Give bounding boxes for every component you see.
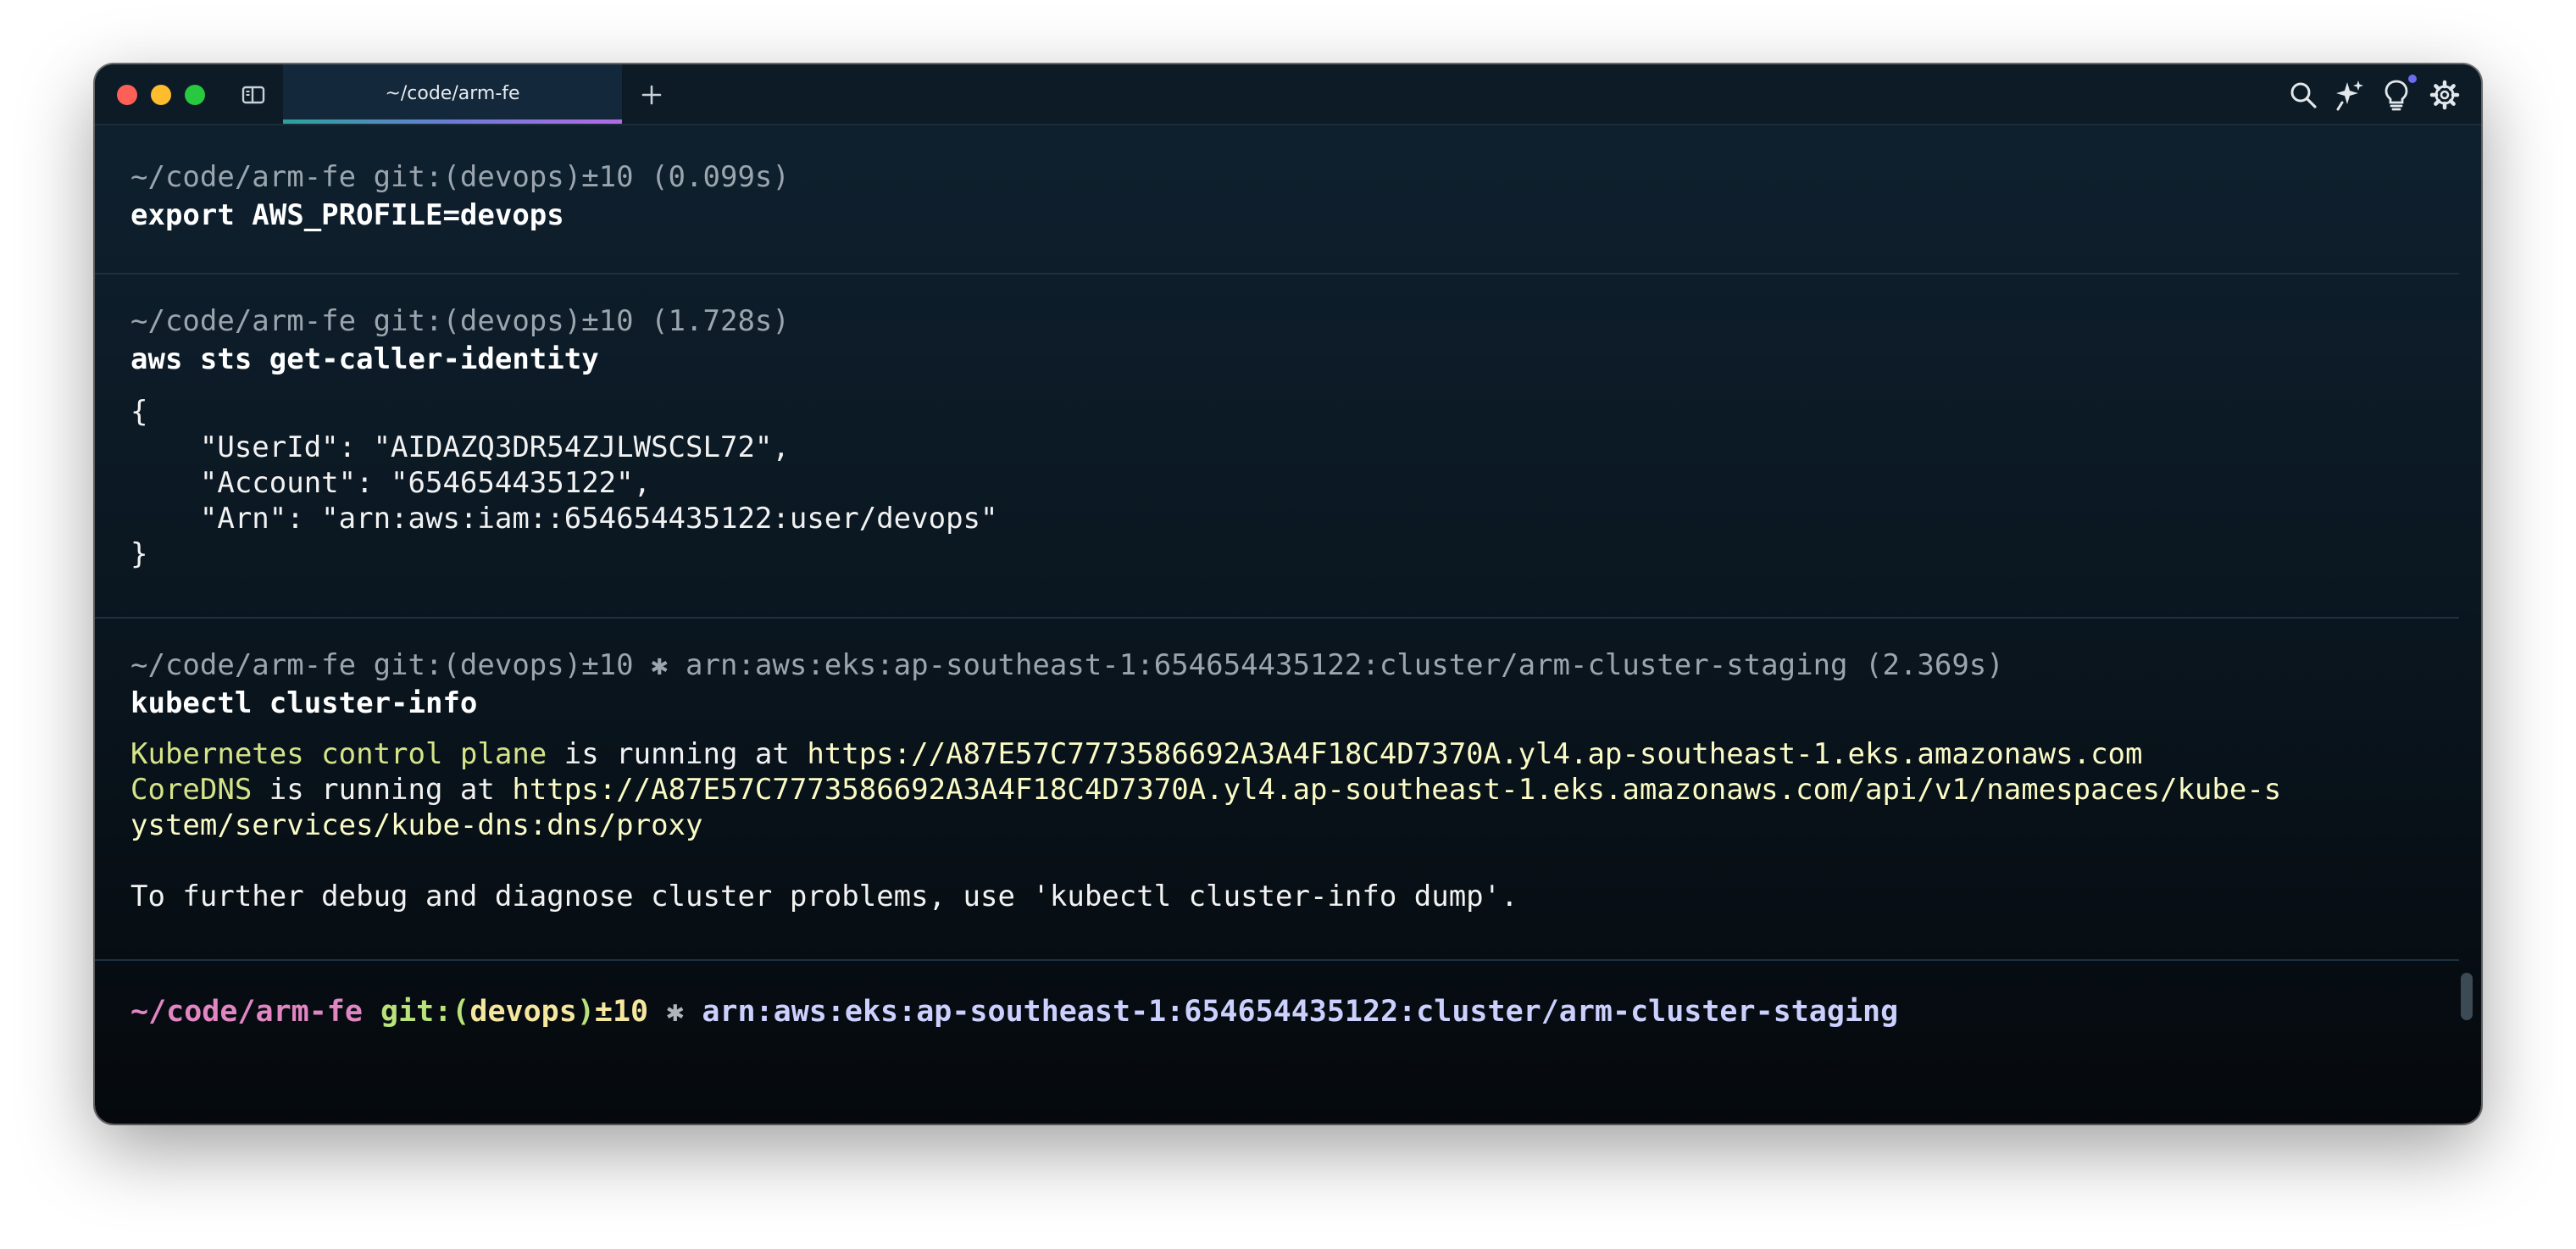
service-label: Kubernetes control plane (130, 737, 547, 771)
active-prompt[interactable]: ~/code/arm-fe git:(devops)±10 ✱ arn:aws:… (130, 993, 2446, 1030)
gear-icon[interactable] (2429, 79, 2461, 111)
output-line: "Account": "654654435122", (130, 466, 652, 500)
prompt-line[interactable]: ~/code/arm-fe git:(devops)±10 ✱ arn:aws:… (130, 993, 2446, 1030)
command-output: Kubernetes control plane is running at h… (130, 736, 2446, 914)
notification-dot (2408, 75, 2417, 83)
output-text: is running at (252, 773, 513, 807)
block-command: aws sts get-caller-identity (130, 342, 599, 376)
service-url[interactable]: https://A87E57C7773586692A3A4F18C4D7370A… (807, 737, 2142, 771)
output-line: "Arn": "arn:aws:iam::654654435122:user/d… (130, 502, 998, 536)
tab-arm-fe[interactable]: ~/code/arm-fe (283, 64, 622, 124)
command-block[interactable]: ~/code/arm-fe git:(devops)±10 ✱ arn:aws:… (130, 647, 2446, 914)
block-divider (95, 959, 2459, 961)
block-header: ~/code/arm-fe git:(devops)±10 (0.099s) (130, 160, 790, 194)
lightbulb-icon[interactable] (2381, 79, 2412, 111)
service-url[interactable]: https://A87E57C7773586692A3A4F18C4D7370A… (512, 773, 2281, 807)
command-block[interactable]: ~/code/arm-fe git:(devops)±10 (1.728s) a… (130, 303, 2446, 572)
command-output: { "UserId": "AIDAZQ3DR54ZJLWSCSL72", "Ac… (130, 394, 2446, 572)
prompt-kube-context: arn:aws:eks:ap-southeast-1:654654435122:… (702, 995, 1899, 1029)
output-line: CoreDNS is running at https://A87E57C777… (130, 772, 2446, 808)
search-icon[interactable] (2288, 80, 2318, 110)
kube-context-icon: ✱ (666, 995, 685, 1029)
prompt-git-label: git:( (380, 995, 470, 1029)
block-header: ~/code/arm-fe git:(devops)±10 (1.728s) (130, 304, 790, 338)
output-text: is running at (547, 737, 808, 771)
close-window-button[interactable] (117, 85, 137, 105)
prompt-path: ~/code/arm-fe (130, 995, 363, 1029)
terminal-content[interactable]: ~/code/arm-fe git:(devops)±10 (0.099s) e… (95, 125, 2481, 1124)
prompt-branch: devops (469, 995, 577, 1029)
zoom-window-button[interactable] (185, 85, 205, 105)
service-url-continued[interactable]: ystem/services/kube-dns:dns/proxy (130, 808, 703, 842)
block-command: kubectl cluster-info (130, 686, 478, 720)
tab-title: ~/code/arm-fe (385, 83, 520, 104)
command-block[interactable]: ~/code/arm-fe git:(devops)±10 (0.099s) e… (130, 159, 2446, 233)
prompt-git-close: ) (576, 995, 595, 1029)
sidebar-toggle-icon[interactable] (241, 82, 266, 108)
terminal-window: ~/code/arm-fe ~/code/arm-fe git:(devops)… (95, 64, 2481, 1124)
plus-icon[interactable] (637, 80, 666, 109)
tab-active-indicator (283, 119, 622, 124)
minimize-window-button[interactable] (151, 85, 171, 105)
output-line: ystem/services/kube-dns:dns/proxy (130, 808, 2446, 843)
block-command: export AWS_PROFILE=devops (130, 198, 564, 232)
prompt-dirty-count: ±10 (594, 995, 649, 1029)
block-divider (95, 273, 2459, 275)
block-header: ~/code/arm-fe git:(devops)±10 ✱ arn:aws:… (130, 648, 2004, 682)
sparkles-icon[interactable] (2334, 79, 2366, 111)
block-divider (95, 617, 2459, 619)
output-line: "UserId": "AIDAZQ3DR54ZJLWSCSL72", (130, 430, 790, 464)
output-note: To further debug and diagnose cluster pr… (130, 880, 1518, 913)
output-line: } (130, 537, 148, 571)
title-bar: ~/code/arm-fe (95, 64, 2481, 125)
scrollbar-thumb[interactable] (2461, 973, 2473, 1020)
output-line: { (130, 395, 148, 429)
service-label: CoreDNS (130, 773, 253, 807)
output-line: Kubernetes control plane is running at h… (130, 736, 2446, 772)
